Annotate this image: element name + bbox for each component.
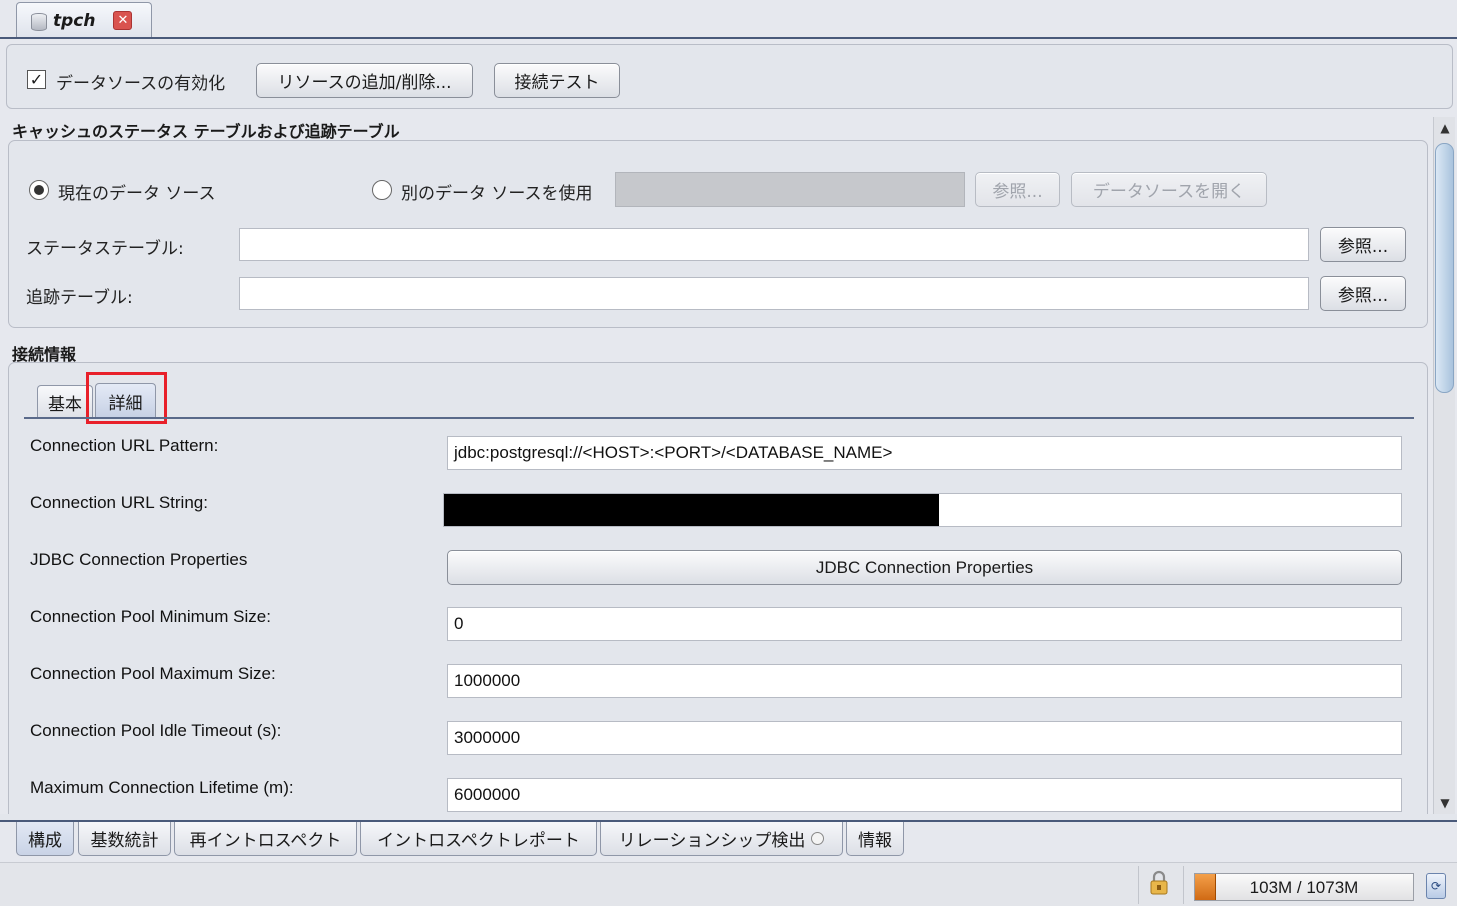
lock-icon[interactable]: [1148, 870, 1170, 896]
max-lifetime-label: Maximum Connection Lifetime (m):: [30, 778, 294, 797]
tab-configuration[interactable]: 構成: [16, 822, 74, 856]
memory-text: 103M / 1073M: [1249, 878, 1359, 897]
tab-cardinality[interactable]: 基数統計: [78, 822, 171, 856]
pool-min-input[interactable]: 0: [447, 607, 1402, 641]
add-remove-resources-button[interactable]: リソースの追加/削除...: [256, 63, 473, 98]
close-icon[interactable]: ✕: [113, 11, 133, 30]
open-datasource-button: データソースを開く: [1071, 172, 1267, 207]
pool-max-input[interactable]: 1000000: [447, 664, 1402, 698]
url-string-label: Connection URL String:: [30, 493, 208, 512]
other-datasource-browse-button: 参照...: [975, 172, 1060, 207]
jdbc-properties-button[interactable]: JDBC Connection Properties: [447, 550, 1402, 585]
redacted-value: [444, 494, 939, 526]
tab-cardinality-label: 基数統計: [90, 831, 159, 851]
url-string-input[interactable]: [443, 493, 1402, 527]
max-lifetime-input[interactable]: 6000000: [447, 778, 1402, 812]
document-tab-title: tpch: [53, 10, 96, 31]
tab-divider: [0, 37, 1457, 39]
database-icon: [31, 12, 47, 31]
tracking-table-label: 追跡テーブル:: [26, 288, 133, 308]
tab-reintrospect[interactable]: 再イントロスペクト: [174, 822, 357, 856]
tab-basic[interactable]: 基本: [37, 385, 93, 418]
tab-reintrospect-label: 再イントロスペクト: [189, 831, 342, 851]
pool-min-label: Connection Pool Minimum Size:: [30, 607, 271, 626]
url-pattern-input[interactable]: jdbc:postgresql://<HOST>:<PORT>/<DATABAS…: [447, 436, 1402, 470]
other-datasource-radio[interactable]: [372, 180, 392, 200]
scroll-up-icon[interactable]: ▲: [1434, 117, 1456, 139]
other-datasource-label: 別のデータ ソースを使用: [401, 184, 593, 204]
memory-bar[interactable]: 103M / 1073M: [1194, 873, 1414, 901]
current-datasource-label: 現在のデータ ソース: [58, 184, 216, 204]
tab-underline: [24, 417, 1414, 419]
connection-test-button[interactable]: 接続テスト: [494, 63, 620, 98]
status-table-input[interactable]: [239, 228, 1309, 261]
jdbc-properties-label: JDBC Connection Properties: [30, 550, 248, 569]
idle-timeout-label: Connection Pool Idle Timeout (s):: [30, 721, 282, 740]
tab-configuration-label: 構成: [28, 831, 62, 851]
tab-introspect-report-label: イントロスペクトレポート: [377, 831, 580, 851]
tracking-table-browse-button[interactable]: 参照...: [1320, 276, 1406, 311]
tracking-table-input[interactable]: [239, 277, 1309, 310]
tab-information-label: 情報: [858, 831, 892, 851]
tab-relationship-label: リレーションシップ検出: [618, 831, 806, 851]
other-datasource-input: [615, 172, 965, 207]
garbage-collect-icon[interactable]: ⟳: [1426, 873, 1446, 899]
radio-selected-dot: [34, 185, 44, 195]
tab-relationship-discovery[interactable]: リレーションシップ検出: [600, 822, 843, 856]
tab-information[interactable]: 情報: [846, 822, 904, 856]
tab-introspect-report[interactable]: イントロスペクトレポート: [360, 822, 597, 856]
enable-datasource-checkbox[interactable]: ✓: [27, 70, 46, 89]
url-pattern-label: Connection URL Pattern:: [30, 436, 219, 455]
status-table-browse-button[interactable]: 参照...: [1320, 227, 1406, 262]
status-divider: [1138, 866, 1139, 904]
document-tab-tpch[interactable]: tpch ✕: [16, 2, 152, 38]
status-table-label: ステータステーブル:: [26, 239, 184, 259]
status-circle-icon: [811, 832, 825, 845]
pool-max-label: Connection Pool Maximum Size:: [30, 664, 276, 683]
cache-section-title: キャッシュのステータス テーブルおよび追跡テーブル: [12, 122, 400, 141]
scrollbar-thumb[interactable]: [1435, 143, 1454, 393]
idle-timeout-input[interactable]: 3000000: [447, 721, 1402, 755]
scroll-down-icon[interactable]: ▼: [1434, 792, 1456, 814]
enable-datasource-label: データソースの有効化: [56, 74, 226, 94]
status-divider-2: [1183, 866, 1184, 904]
current-datasource-radio[interactable]: [29, 180, 49, 200]
